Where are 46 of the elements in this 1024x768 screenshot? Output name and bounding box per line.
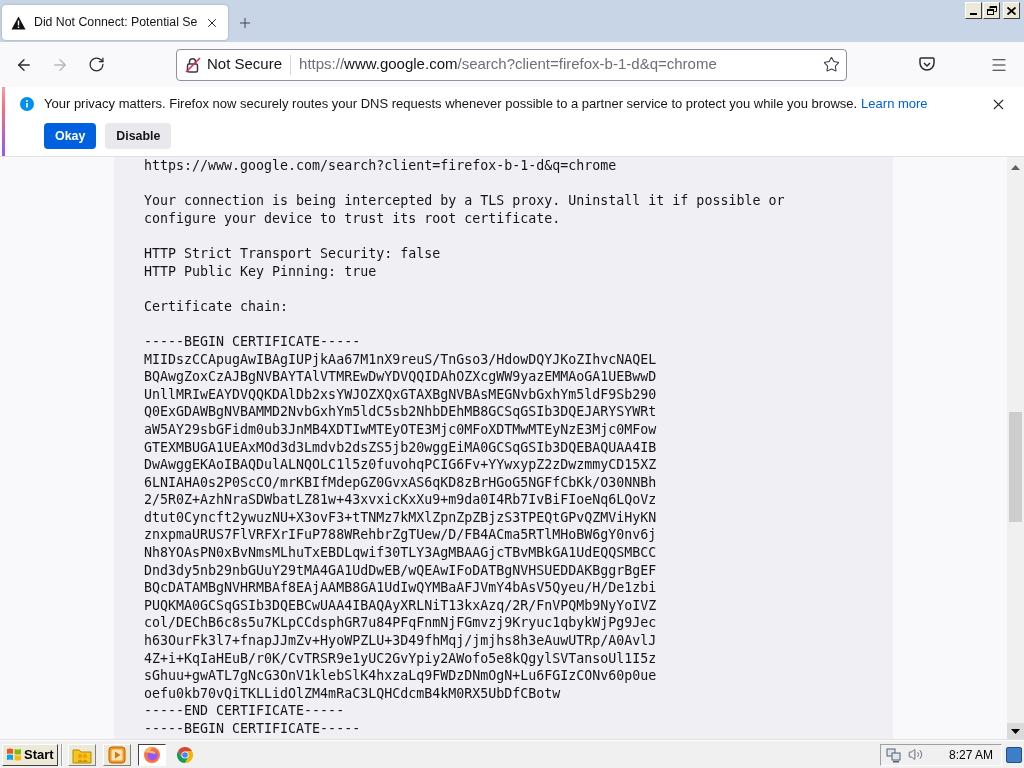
certificate-data: MIIDszCCApugAwIBAgIUPjkAa67M1nX9reuS/TnGso3/HdowDQYJKoZIhvcNAQEL BQAwgZoxCzAJBgNVBAYTAlVTMREwDwYDVQQIDAhOZXcgWW9yazEMMAoGA1UEBwwD UnllMRIwEAYDVQQKDAlDb2xsYWJOZXQxGTAXBgNVBAsMEGNvbGxhYm5ldF9Sb290 Q0ExGDAWBgNVBAMMD2NvbGxhYm5ldC5sb2NhbDEhMB8GCSqGSIb3DQEJARYSYWRt aW5AY29sbGFidm0ub3JnMB4XDTIwMTEyOTE3Mjc0MFoXDTMwMTEyNzE3Mjc0MFow GTEXMBUGA1UEAxMOd3d3Lmdvb2dsZS5jb20wggEiMA0GCSqGSIb3DQEBAQUAA4IB DwAwggEKAoIBAQDulALNQOLC1l5z0fuvohqPCIG6Fv+YYwxypZ2zDwzmmyCD15XZ 6LNIAHA0s2P0ScCO/mrKBIfMdepGZ0GvxAS6qKD8zBrHGoG5NGFfCbKk/O30NNBh 2/5R0Z+AzhNraSDWbatLZ81w+43xvxicKxXu9+m9da0I4Rb7IvBiFIoeNq6LQoVz dtut0Cyncft2ywuzNU+X3ovF3+tTNMz7kMXlZpnZpZBjzS3TPEQtGPvQZMViHyKN znxpmaURUS7FlVRFXrIFuP788WRehbrZgTUew/D/FB4ACma5RTlMHoBW6gY0nv6j Nh8YOAsPN0xBvNmsMLhuTxEBDLqwif30TLY3AgMBAAGjcTBvMBkGA1UdEQQSMBCC Dnd3dy5nb29nbGUuY29tMA4GA1UdDwEB/wQEAwIFoDATBgNVHSUEDDAKBggrBgEF BQcDATAMBgNVHRMBAf8EAjAAMB8GA1UdIwQYMBaAFJVmY4bAsV5Qyeu/H/De1zbi PUQKMA0GCSqGSIb3DQEBCwUAA4IBAQAyXRLNiT13kxAzq/2R/FnVPQMb9NyYoIVZ col/DEChB6c8s5u7KLpCCdsphGR7u84PFqFnmNjFGmvzj9Kryuc1qbykWjPg9Jec h63OurFk3l7+fnapJJmZv+HyoWPZLU+3D49fhMqj/jmjhs8h3eAuwUTRp/A0AvlJ 4Z+i+KqIaHEuB/r0K/CvTRSR9e1yUC2GvYpiy2AWofo5e8kQgylSVTansoUl1I5z sGhuu+gwATL7gNcG3OnV1klebSlK4hxzaLq9FWDzDNmOgN+Lu6FGIzCONv60p0ue oefu0kb70vQiTKLLidOlZM4mRaC3LQHCdcmB4kM0RX5UbDfCBotw bbox=[144, 350, 657, 703]
disable-button[interactable]: Disable bbox=[105, 123, 172, 149]
clock[interactable]: 8:27 AM bbox=[948, 745, 993, 764]
browser-tab[interactable]: Did Not Connect: Potential Se bbox=[2, 5, 228, 40]
url-line: https://www.google.com/search?client=firefox-b-1-d&q=chrome bbox=[144, 157, 618, 175]
minimize-icon bbox=[970, 13, 977, 15]
show-desktop-button[interactable] bbox=[1006, 746, 1022, 763]
restore-button[interactable] bbox=[983, 2, 1000, 19]
error-message: Your connection is being intercepted by a TLS proxy. Uninstall it if possible or configure your device to trust its root certificate. bbox=[144, 192, 786, 228]
firefox-taskbar-button[interactable] bbox=[137, 743, 166, 766]
reload-icon bbox=[87, 56, 105, 73]
certificate-begin-marker: -----BEGIN CERTIFICATE----- bbox=[144, 720, 362, 738]
media-taskbar-button[interactable] bbox=[102, 743, 131, 766]
scrollbar[interactable] bbox=[1007, 157, 1024, 740]
insecure-lock-icon bbox=[185, 56, 201, 73]
media-player-icon bbox=[107, 745, 126, 764]
url-text: https://www.google.com/search?client=firefox-b-1-d&q=chrome bbox=[299, 54, 718, 75]
warning-icon bbox=[11, 15, 26, 30]
firefox-icon bbox=[142, 745, 161, 764]
certificate-end-marker: -----END CERTIFICATE----- bbox=[144, 702, 346, 720]
scroll-up-icon[interactable] bbox=[1011, 165, 1020, 170]
restore-icon bbox=[986, 6, 997, 15]
info-icon bbox=[20, 97, 34, 111]
pocket-icon[interactable] bbox=[919, 57, 935, 72]
property-line: HTTP Strict Transport Security: false bbox=[144, 244, 442, 263]
folder-taskbar-button[interactable] bbox=[67, 743, 96, 766]
close-icon bbox=[1007, 6, 1016, 15]
network-icon[interactable] bbox=[886, 746, 902, 763]
learn-more-link[interactable]: Learn more bbox=[861, 94, 928, 114]
start-button[interactable]: Start bbox=[2, 743, 58, 766]
property-line: HTTP Public Key Pinning: true bbox=[144, 262, 378, 281]
close-window-button[interactable] bbox=[1003, 2, 1020, 19]
minimize-button[interactable] bbox=[965, 2, 982, 19]
address-bar[interactable]: Not Secure https://www.google.com/search?client=firefox-b-1-d&q=chrome bbox=[176, 48, 847, 81]
speaker-icon[interactable] bbox=[908, 747, 923, 762]
okay-button[interactable]: Okay bbox=[44, 123, 97, 149]
notification-message: Your privacy matters. Firefox now securely routes your DNS requests whenever possible to a partner service to protect you while you browse. bbox=[44, 95, 858, 114]
scroll-down-icon bbox=[1011, 729, 1020, 734]
scrollbar-thumb[interactable] bbox=[1009, 412, 1022, 522]
tab-title: Did Not Connect: Potential Se bbox=[34, 14, 198, 32]
bookmark-star-icon[interactable] bbox=[823, 56, 840, 73]
chain-label: Certificate chain: bbox=[144, 297, 290, 316]
security-label[interactable]: Not Secure bbox=[207, 53, 283, 76]
certificate-begin-marker: -----BEGIN CERTIFICATE----- bbox=[144, 332, 362, 351]
windows-logo-icon bbox=[6, 747, 22, 762]
chrome-icon bbox=[175, 745, 194, 764]
